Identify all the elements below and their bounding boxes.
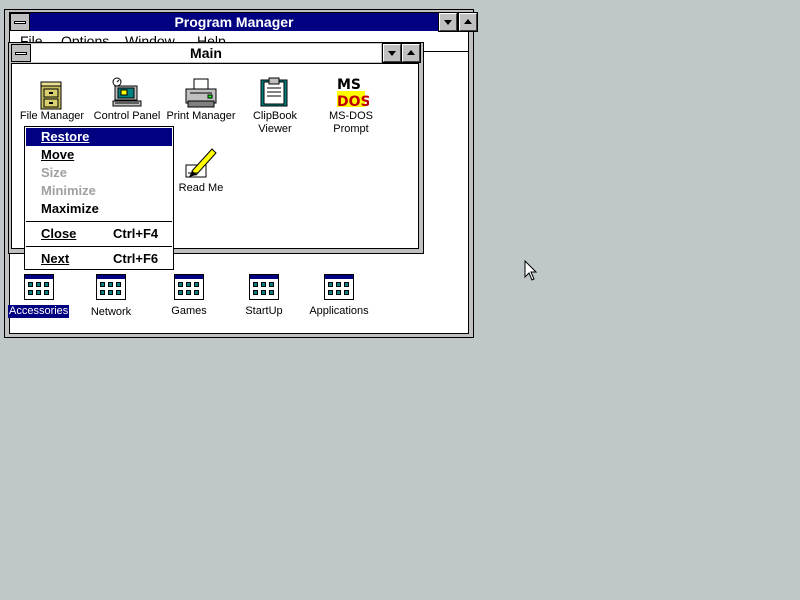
clipbook-icon[interactable]	[259, 76, 291, 108]
applications-group-icon[interactable]	[324, 274, 354, 300]
icon-label-msdos-line2[interactable]: Prompt	[315, 123, 387, 136]
menu-item-close-label: Close	[41, 226, 77, 241]
ms-dos-icon[interactable]: MS DOS	[335, 75, 371, 110]
system-menu-icon	[15, 52, 27, 55]
main-system-menu-button[interactable]	[11, 44, 31, 62]
svg-text:DOS: DOS	[337, 94, 369, 109]
group-label-network[interactable]: Network	[76, 306, 146, 319]
menu-separator	[26, 246, 172, 247]
menu-item-next[interactable]: Next Ctrl+F6	[26, 250, 172, 268]
main-maximize-button[interactable]	[401, 43, 421, 63]
mouse-cursor-icon	[524, 259, 538, 282]
menu-item-size: Size	[26, 164, 172, 182]
maximize-icon	[407, 50, 415, 55]
menu-item-close-shortcut: Ctrl+F4	[113, 226, 159, 241]
system-menu-icon	[14, 21, 26, 24]
main-title: Main	[190, 45, 222, 61]
menu-item-move-label: Move	[41, 147, 75, 162]
maximize-icon	[464, 19, 472, 24]
printer-icon[interactable]	[184, 77, 218, 109]
control-panel-icon[interactable]	[109, 76, 143, 108]
minimize-icon	[388, 51, 396, 56]
group-label-applications[interactable]: Applications	[300, 305, 378, 318]
minimize-icon	[444, 20, 452, 25]
svg-text:MS: MS	[337, 77, 361, 93]
main-minimize-button[interactable]	[382, 43, 402, 63]
icon-label-clipbook-line2[interactable]: Viewer	[240, 123, 310, 136]
startup-group-icon[interactable]	[249, 274, 279, 300]
system-context-menu: Restore Move Size Minimize Maximize Clos…	[24, 126, 174, 270]
menu-separator	[26, 221, 172, 222]
icon-label-control-panel[interactable]: Control Panel	[92, 110, 162, 123]
program-manager-titlebar[interactable]: Program Manager	[30, 13, 438, 31]
main-titlebar[interactable]: Main	[31, 44, 381, 62]
menu-item-minimize-label: Minimize	[41, 183, 96, 198]
file-cabinet-icon[interactable]	[37, 78, 67, 110]
icon-label-msdos-line1[interactable]: MS-DOS	[315, 110, 387, 123]
system-menu-button[interactable]	[10, 13, 30, 31]
menu-item-next-label: Next	[41, 251, 70, 266]
icon-label-file-manager[interactable]: File Manager	[18, 110, 86, 123]
menu-item-move[interactable]: Move	[26, 146, 172, 164]
network-group-icon[interactable]	[96, 274, 126, 300]
menu-item-close[interactable]: Close Ctrl+F4	[26, 225, 172, 243]
group-label-games[interactable]: Games	[154, 305, 224, 318]
menu-item-next-shortcut: Ctrl+F6	[113, 251, 159, 266]
icon-label-print-manager[interactable]: Print Manager	[166, 110, 236, 123]
menu-item-size-label: Size	[41, 165, 68, 180]
pen-paper-icon[interactable]	[184, 147, 218, 179]
icon-label-clipbook-line1[interactable]: ClipBook	[240, 110, 310, 123]
minimize-button[interactable]	[438, 12, 458, 32]
games-group-icon[interactable]	[174, 274, 204, 300]
accessories-group-icon[interactable]	[24, 274, 54, 300]
icon-label-read-me[interactable]: Read Me	[166, 182, 236, 195]
window-title: Program Manager	[174, 14, 294, 30]
menu-item-minimize: Minimize	[26, 182, 172, 200]
menu-item-restore[interactable]: Restore	[26, 128, 172, 146]
menu-item-restore-label: Restore	[41, 129, 90, 144]
menu-item-maximize-label: Maximize	[41, 201, 99, 216]
group-label-startup[interactable]: StartUp	[229, 305, 299, 318]
group-label-accessories[interactable]: Accessories	[8, 305, 70, 318]
maximize-button[interactable]	[458, 12, 478, 32]
menu-item-maximize[interactable]: Maximize	[26, 200, 172, 218]
